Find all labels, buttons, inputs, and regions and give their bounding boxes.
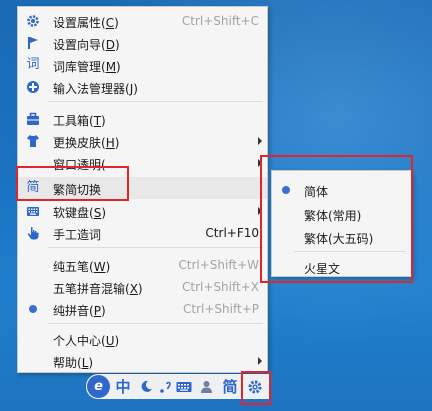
menu-item-pure-pinyin[interactable]: 纯拼音(P) Ctrl+Shift+P [18,298,267,320]
half-width-moon-icon[interactable] [138,377,154,396]
toolbox-icon [25,111,41,127]
menu-item-settings[interactable]: 设置属性(C) Ctrl+Shift+C [18,10,267,32]
shortcut-text: Ctrl+Shift+W [178,258,259,272]
menu-item-dictionary[interactable]: 词 词库管理(M) [18,54,267,76]
menu-separator [48,101,263,102]
menu-item-soft-keyboard[interactable]: 软键盘(S) [18,200,267,222]
punctuation-icon[interactable] [157,377,173,396]
submenu-arrow-icon [258,137,262,145]
simplified-traditional-icon: 简 [26,180,40,195]
shortcut-text: Ctrl+Shift+P [183,302,259,316]
menu-item-window-transparency[interactable]: 窗口透明( [18,152,267,174]
simplified-traditional-submenu: 简体 繁体(常用) 繁体(大五码) 火星文 [271,170,412,277]
transparency-icon [25,155,41,171]
menu-item-personal-center[interactable]: 个人中心(U) [18,328,267,350]
menu-item-simplified-traditional[interactable]: 简 繁简切换 [18,177,267,199]
ime-manager-icon [25,79,41,95]
ime-status-bar: e 中 简 [86,374,270,399]
menu-separator [48,323,263,324]
gear-icon [25,13,41,29]
menu-item-pure-wubi[interactable]: 纯五笔(W) Ctrl+Shift+W [18,254,267,276]
menu-separator [48,247,263,248]
submenu-arrow-icon [258,159,262,167]
menu-item-ime-manager[interactable]: 输入法管理器(J) [18,76,267,98]
menu-item-wubi-pinyin-mixed[interactable]: 五笔拼音混输(X) Ctrl+Shift+X [18,276,267,298]
submenu-item-traditional-common[interactable]: 繁体(常用) [272,202,411,224]
radio-dot-icon [25,301,41,317]
submenu-arrow-icon [258,357,262,365]
submenu-item-simplified[interactable]: 简体 [272,178,411,200]
context-menu: 设置属性(C) Ctrl+Shift+C 设置向导(D) 词 词库管理(M) 输… [17,6,268,373]
menu-item-change-skin[interactable]: 更换皮肤(H) [18,130,267,152]
menu-item-setup-wizard[interactable]: 设置向导(D) [18,32,267,54]
hand-icon [25,225,41,241]
shortcut-text: Ctrl+Shift+C [181,14,259,28]
flag-icon [25,35,41,51]
menu-item-help[interactable]: 帮助(L) [18,350,267,372]
soft-keyboard-icon[interactable] [176,377,192,396]
radio-dot-icon [282,186,290,194]
simplified-mode-button[interactable]: 简 [220,377,240,396]
keyboard-icon [25,203,41,219]
shirt-icon [25,133,41,149]
dictionary-icon: 词 [26,57,40,72]
submenu-arrow-icon [258,207,262,215]
user-icon[interactable] [198,377,214,396]
shortcut-text: Ctrl+Shift+X [182,280,259,294]
menu-item-toolbox[interactable]: 工具箱(T) [18,108,267,130]
submenu-item-martian[interactable]: 火星文 [272,255,411,277]
ime-logo-icon[interactable]: e [87,375,110,398]
submenu-item-traditional-big5[interactable]: 繁体(大五码) [272,225,411,247]
menu-item-manual-word[interactable]: 手工造词 Ctrl+F10 [18,222,267,244]
settings-gear-icon[interactable] [246,377,264,396]
chinese-mode-button[interactable]: 中 [113,377,133,396]
shortcut-text: Ctrl+F10 [205,226,259,240]
menu-separator [294,251,406,252]
